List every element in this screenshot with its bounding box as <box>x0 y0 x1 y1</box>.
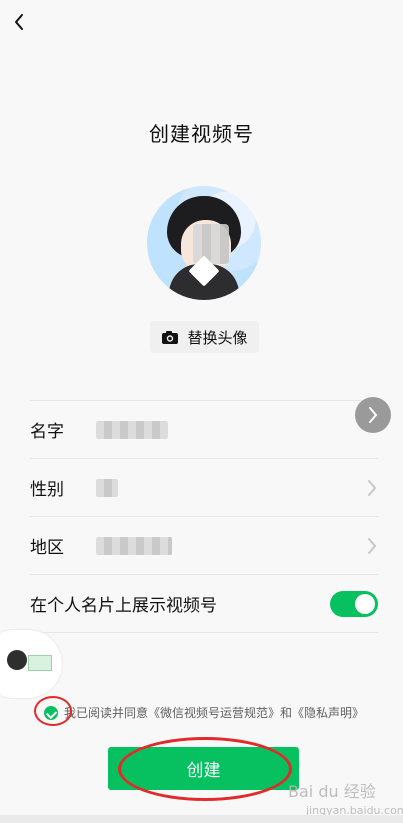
chevron-right-icon <box>369 407 378 423</box>
mini-badge <box>28 655 52 671</box>
name-value-redacted <box>96 421 168 439</box>
camera-icon <box>162 331 179 344</box>
show-on-card-label: 在个人名片上展示视频号 <box>30 596 217 616</box>
floating-window[interactable] <box>0 630 62 698</box>
profile-form: 名字 性别 地区 在个人名片上展示视频号 <box>30 400 378 633</box>
bottom-bar <box>0 815 403 823</box>
region-value-redacted <box>96 537 172 555</box>
name-row[interactable]: 名字 <box>30 400 378 458</box>
show-on-card-row: 在个人名片上展示视频号 <box>30 574 378 633</box>
agreement-text: 我已阅读并同意《微信视频号运营规范》和《隐私声明》 <box>64 706 365 720</box>
avatar <box>147 186 261 300</box>
chevron-right-icon <box>368 479 377 496</box>
region-label: 地区 <box>30 538 64 558</box>
highlight-circle-checkbox <box>34 696 72 726</box>
name-label: 名字 <box>30 422 64 442</box>
gender-row[interactable]: 性别 <box>30 458 378 516</box>
chevron-right-icon <box>368 537 377 554</box>
toggle-knob <box>355 593 375 614</box>
gender-value-redacted <box>96 479 118 497</box>
region-row[interactable]: 地区 <box>30 516 378 574</box>
page-title: 创建视频号 <box>149 122 254 146</box>
watermark-main: Bai du 经验 <box>288 782 376 801</box>
mini-avatar <box>7 650 27 670</box>
highlight-circle-create <box>118 737 292 801</box>
watermark: Bai du 经验 jingyan.baidu.com <box>288 778 403 817</box>
replace-avatar-label: 替换头像 <box>187 328 248 347</box>
floating-next-button[interactable] <box>355 397 391 433</box>
back-icon[interactable] <box>10 12 30 32</box>
gender-label: 性别 <box>30 480 64 500</box>
agreement-row[interactable]: 我已阅读并同意《微信视频号运营规范》和《隐私声明》 <box>44 704 364 721</box>
show-on-card-toggle[interactable] <box>330 590 378 617</box>
replace-avatar-button[interactable]: 替换头像 <box>150 321 259 353</box>
